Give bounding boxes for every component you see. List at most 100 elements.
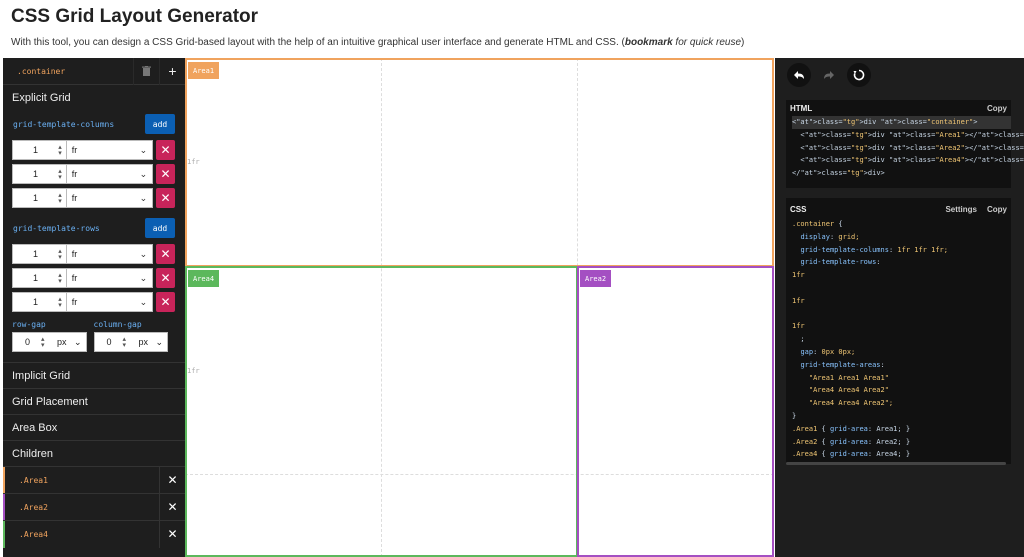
child-color-bar xyxy=(3,494,5,521)
code-line: ; xyxy=(792,335,805,344)
child-name: .Area1 xyxy=(19,475,48,485)
remove-track-button[interactable]: ✕ xyxy=(156,164,175,184)
page-header: CSS Grid Layout Generator With this tool… xyxy=(0,0,1024,58)
code-line: "Area1 Area1 Area1" xyxy=(792,373,889,382)
css-output: CSS Settings Copy .container { display: … xyxy=(786,198,1011,464)
spinner-icon[interactable]: ▴ ▾ xyxy=(58,296,62,309)
child-color-bar xyxy=(3,467,5,494)
menu-grid-placement[interactable]: Grid Placement xyxy=(3,388,185,414)
container-selector[interactable]: .container xyxy=(3,67,133,76)
track-value-input[interactable]: 1 ▴ ▾ xyxy=(12,292,67,312)
track-value-input[interactable]: 1 ▴ ▾ xyxy=(12,164,67,184)
gap-inputs: 0 ▴ ▾ px ⌄ 0 ▴ ▾ px ⌄ xyxy=(12,332,175,352)
code-line: "Area4 Area4 Area2"; xyxy=(792,399,894,408)
bookmark-text: bookmark xyxy=(624,37,673,48)
spinner-icon[interactable]: ▴ ▾ xyxy=(58,272,62,285)
chevron-down-icon[interactable]: ⌄ xyxy=(140,273,148,284)
row-gap-input[interactable]: 0 ▴ ▾ px ⌄ xyxy=(12,332,87,352)
code-line: display: grid; xyxy=(800,232,860,241)
spinner-icon[interactable]: ▴ ▾ xyxy=(123,336,127,349)
close-icon[interactable]: ✕ xyxy=(159,520,185,548)
area-tag[interactable]: Area1 xyxy=(188,62,220,79)
track-value-input[interactable]: 1 ▴ ▾ xyxy=(12,140,67,160)
chevron-down-icon[interactable]: ⌄ xyxy=(140,297,148,308)
area-tag[interactable]: Area2 xyxy=(580,270,612,287)
code-line: <"at">class="tg">div "at">class="Area2">… xyxy=(792,143,1024,152)
remove-track-button[interactable]: ✕ xyxy=(156,188,175,208)
child-name: .Area2 xyxy=(19,502,48,512)
add-row-button[interactable]: add xyxy=(145,218,175,238)
chevron-down-icon[interactable]: ⌄ xyxy=(155,337,163,348)
spinner-icon[interactable]: ▴ ▾ xyxy=(58,144,62,157)
track-unit-select[interactable]: fr ⌄ xyxy=(66,140,154,160)
area-tag[interactable]: Area4 xyxy=(188,270,220,287)
spinner-icon[interactable]: ▴ ▾ xyxy=(58,248,62,261)
code-line: gap: 0px 0px; xyxy=(800,347,856,356)
close-icon[interactable]: ✕ xyxy=(159,493,185,521)
child-item[interactable]: .Area2 ✕ xyxy=(3,493,185,521)
track-value-input[interactable]: 1 ▴ ▾ xyxy=(12,244,67,264)
remove-track-button[interactable]: ✕ xyxy=(156,292,175,312)
track-unit-select[interactable]: fr ⌄ xyxy=(66,268,154,288)
trash-icon[interactable] xyxy=(133,57,159,85)
menu-implicit-grid[interactable]: Implicit Grid xyxy=(3,362,185,388)
code-line: <"at">class="tg">div "at">class="contain… xyxy=(792,116,1011,129)
code-line: .Area4 { grid-area: Area4; } xyxy=(792,450,911,459)
child-item[interactable]: .Area4 ✕ xyxy=(3,520,185,548)
html-code[interactable]: <"at">class="tg">div "at">class="contain… xyxy=(786,116,1024,180)
add-column-button[interactable]: add xyxy=(145,114,175,134)
remove-track-button[interactable]: ✕ xyxy=(156,268,175,288)
row-track-2: 1 ▴ ▾ fr ⌄ ✕ xyxy=(12,268,175,288)
column-gap-input[interactable]: 0 ▴ ▾ px ⌄ xyxy=(93,332,168,352)
child-color-bar xyxy=(3,521,5,548)
menu-children[interactable]: Children xyxy=(3,440,185,466)
page-description: With this tool, you can design a CSS Gri… xyxy=(11,37,745,48)
grid-area-area2[interactable]: Area2 xyxy=(577,266,774,557)
code-line: grid-template-columns: 1fr 1fr 1fr; xyxy=(800,245,948,254)
track-unit-select[interactable]: fr ⌄ xyxy=(66,292,154,312)
chevron-down-icon[interactable]: ⌄ xyxy=(140,145,148,156)
code-line: <"at">class="tg">div "at">class="Area1">… xyxy=(792,130,1024,139)
grid-canvas[interactable]: 1fr 1fr Area1 Area4 Area2 xyxy=(185,58,774,557)
track-unit-select[interactable]: fr ⌄ xyxy=(66,244,154,264)
page-title: CSS Grid Layout Generator xyxy=(11,6,259,27)
chevron-down-icon[interactable]: ⌄ xyxy=(140,249,148,260)
columns-label: grid-template-columns xyxy=(13,119,115,129)
add-area-icon[interactable]: + xyxy=(159,57,185,85)
track-value-input[interactable]: 1 ▴ ▾ xyxy=(12,188,67,208)
settings-button[interactable]: Settings xyxy=(945,205,977,214)
output-panel: HTML Copy <"at">class="tg">div "at">clas… xyxy=(775,58,1024,557)
redo-icon[interactable] xyxy=(817,63,841,87)
horizontal-scrollbar[interactable] xyxy=(786,462,1006,465)
chevron-down-icon[interactable]: ⌄ xyxy=(140,193,148,204)
undo-icon[interactable] xyxy=(787,63,811,87)
grid-area-area4[interactable]: Area4 xyxy=(185,266,578,557)
child-item[interactable]: .Area1 ✕ xyxy=(3,466,185,494)
spinner-icon[interactable]: ▴ ▾ xyxy=(58,168,62,181)
reset-icon[interactable] xyxy=(847,63,871,87)
track-value-input[interactable]: 1 ▴ ▾ xyxy=(12,268,67,288)
columns-header: grid-template-columns add xyxy=(3,112,185,136)
track-unit-select[interactable]: fr ⌄ xyxy=(66,164,154,184)
code-line: <"at">class="tg">div "at">class="Area4">… xyxy=(792,156,1024,165)
track-unit-select[interactable]: fr ⌄ xyxy=(66,188,154,208)
menu-area-box[interactable]: Area Box xyxy=(3,414,185,440)
code-line: 1fr xyxy=(792,296,805,305)
code-line: .Area1 { grid-area: Area1; } xyxy=(792,424,911,433)
copy-css-button[interactable]: Copy xyxy=(987,205,1007,214)
remove-track-button[interactable]: ✕ xyxy=(156,140,175,160)
code-line: 1fr xyxy=(792,271,805,280)
chevron-down-icon[interactable]: ⌄ xyxy=(74,337,82,348)
close-icon[interactable]: ✕ xyxy=(159,466,185,494)
remove-track-button[interactable]: ✕ xyxy=(156,244,175,264)
spinner-icon[interactable]: ▴ ▾ xyxy=(41,336,45,349)
grid-area-area1[interactable]: Area1 xyxy=(185,58,774,267)
row-track-3: 1 ▴ ▾ fr ⌄ ✕ xyxy=(12,292,175,312)
code-line: 1fr xyxy=(792,322,805,331)
css-code[interactable]: .container { display: grid; grid-templat… xyxy=(786,218,1011,461)
chevron-down-icon[interactable]: ⌄ xyxy=(140,169,148,180)
explicit-grid-title[interactable]: Explicit Grid xyxy=(3,85,185,110)
copy-html-button[interactable]: Copy xyxy=(987,104,1007,113)
spinner-icon[interactable]: ▴ ▾ xyxy=(58,192,62,205)
